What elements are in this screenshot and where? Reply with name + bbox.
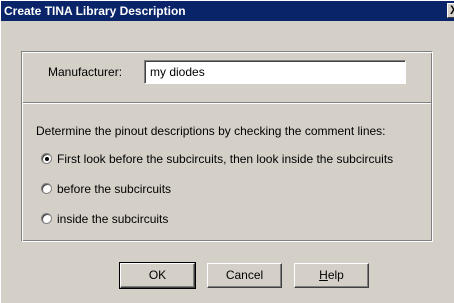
help-button[interactable]: Help: [294, 263, 369, 288]
window-title: Create TINA Library Description: [4, 4, 186, 18]
help-mnemonic: H: [319, 268, 328, 282]
cancel-button[interactable]: Cancel: [207, 263, 282, 288]
radio-label: before the subcircuits: [57, 182, 172, 196]
radio-before-subcircuits[interactable]: before the subcircuits: [41, 182, 171, 196]
radio-button[interactable]: [41, 183, 52, 194]
radio-label: First look before the subcircuits, then …: [57, 152, 394, 166]
help-label-rest: elp: [327, 268, 344, 282]
radio-button[interactable]: [41, 213, 52, 224]
create-library-dialog: Create TINA Library Description X Manufa…: [0, 0, 454, 303]
ok-button[interactable]: OK: [119, 262, 196, 289]
radio-first-before-then-inside[interactable]: First look before the subcircuits, then …: [41, 152, 393, 166]
manufacturer-label: Manufacturer:: [48, 65, 123, 79]
group-separator: [23, 102, 431, 104]
radio-label: inside the subcircuits: [57, 212, 169, 226]
radio-inside-subcircuits[interactable]: inside the subcircuits: [41, 212, 168, 226]
radio-button-selected[interactable]: [41, 153, 52, 164]
close-icon: X: [450, 3, 454, 17]
title-bar[interactable]: Create TINA Library Description X: [1, 1, 454, 21]
manufacturer-input[interactable]: my diodes: [144, 60, 406, 84]
pinout-instruction: Determine the pinout descriptions by che…: [36, 124, 386, 138]
close-button[interactable]: X: [447, 3, 454, 18]
